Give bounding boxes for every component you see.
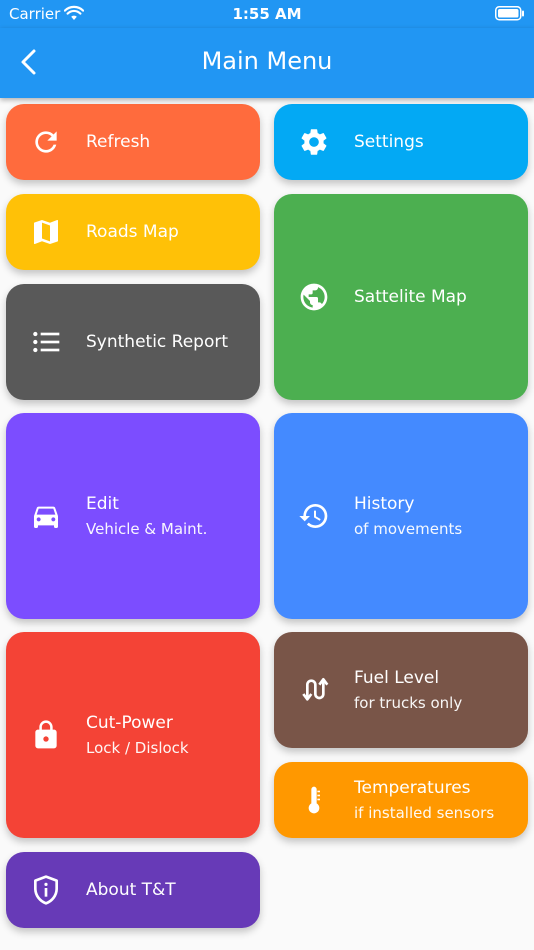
temperatures-button[interactable]: Temperatures if installed sensors bbox=[274, 762, 528, 838]
lock-icon bbox=[30, 719, 62, 751]
satellite-map-label: Sattelite Map bbox=[354, 287, 467, 307]
fuel-level-button[interactable]: Fuel Level for trucks only bbox=[274, 632, 528, 748]
refresh-icon bbox=[30, 126, 62, 158]
list-icon bbox=[30, 326, 62, 358]
battery-icon bbox=[495, 6, 525, 25]
edit-label: Edit bbox=[86, 494, 119, 514]
history-label: History bbox=[354, 494, 415, 514]
synthetic-report-label: Synthetic Report bbox=[86, 332, 229, 352]
map-icon bbox=[30, 216, 62, 248]
cut-power-label: Cut-Power bbox=[86, 713, 173, 733]
synthetic-report-button[interactable]: Synthetic Report bbox=[6, 284, 260, 400]
swap-arrows-icon bbox=[298, 674, 330, 706]
cut-power-button[interactable]: Cut-Power Lock / Dislock bbox=[6, 632, 260, 838]
about-label: About T&T bbox=[86, 880, 176, 900]
temperatures-label: Temperatures bbox=[354, 778, 471, 798]
globe-icon bbox=[298, 281, 330, 313]
fuel-level-sublabel: for trucks only bbox=[354, 694, 463, 712]
temperatures-sublabel: if installed sensors bbox=[354, 804, 495, 822]
shield-info-icon bbox=[30, 874, 62, 906]
settings-label: Settings bbox=[354, 132, 424, 152]
edit-sublabel: Vehicle & Maint. bbox=[86, 520, 208, 538]
car-icon bbox=[30, 500, 62, 532]
thermometer-icon bbox=[298, 784, 330, 816]
satellite-map-button[interactable]: Sattelite Map bbox=[274, 194, 528, 400]
history-sublabel: of movements bbox=[354, 520, 463, 538]
app-bar: Main Menu bbox=[0, 28, 534, 98]
clock: 1:55 AM bbox=[232, 5, 302, 23]
fuel-level-label: Fuel Level bbox=[354, 668, 440, 688]
about-button[interactable]: About T&T bbox=[6, 852, 260, 928]
gear-icon bbox=[298, 126, 330, 158]
cut-power-sublabel: Lock / Dislock bbox=[86, 739, 189, 757]
history-icon bbox=[298, 500, 330, 532]
status-bar: Carrier 1:55 AM bbox=[0, 0, 534, 28]
page-title: Main Menu bbox=[201, 47, 333, 75]
refresh-button[interactable]: Refresh bbox=[6, 104, 260, 180]
settings-button[interactable]: Settings bbox=[274, 104, 528, 180]
roads-map-label: Roads Map bbox=[86, 222, 179, 242]
refresh-label: Refresh bbox=[86, 132, 151, 152]
history-button[interactable]: History of movements bbox=[274, 413, 528, 619]
edit-vehicle-button[interactable]: Edit Vehicle & Maint. bbox=[6, 413, 260, 619]
roads-map-button[interactable]: Roads Map bbox=[6, 194, 260, 270]
